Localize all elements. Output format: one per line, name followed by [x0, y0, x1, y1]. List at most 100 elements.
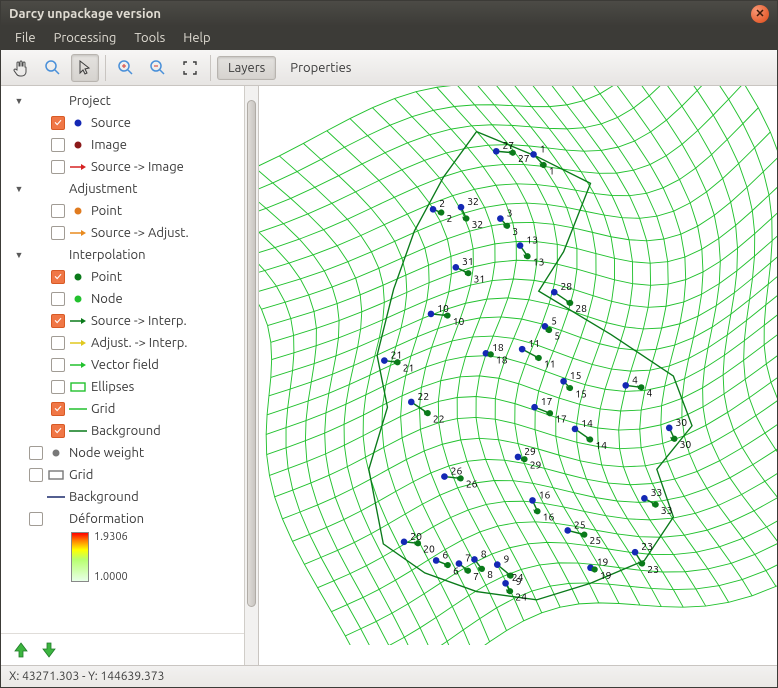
tree-row[interactable]: Source -> Interp.: [3, 310, 242, 332]
svg-text:24: 24: [515, 590, 527, 602]
twisty-icon[interactable]: ▼: [13, 96, 25, 106]
layer-checkbox[interactable]: [51, 358, 65, 372]
layer-symbol-icon: [69, 360, 87, 370]
layer-checkbox[interactable]: [51, 226, 65, 240]
layer-checkbox[interactable]: [51, 160, 65, 174]
svg-text:14: 14: [581, 417, 593, 429]
layer-label: Source: [91, 116, 242, 130]
layer-label: Project: [69, 94, 242, 108]
layer-label: Interpolation: [69, 248, 242, 262]
menu-file[interactable]: File: [7, 29, 44, 47]
svg-text:31: 31: [462, 255, 474, 267]
tree-row[interactable]: ▼ Project: [3, 90, 242, 112]
zoom-fit-tool[interactable]: [176, 54, 204, 82]
svg-text:18: 18: [496, 354, 508, 366]
zoom-tool[interactable]: [39, 54, 67, 82]
zoom-out-tool[interactable]: [144, 54, 172, 82]
layer-checkbox[interactable]: [51, 138, 65, 152]
layer-checkbox[interactable]: [51, 314, 65, 328]
svg-text:33: 33: [661, 504, 673, 516]
close-button[interactable]: ✕: [751, 5, 769, 23]
svg-text:16: 16: [539, 488, 551, 500]
svg-text:6: 6: [442, 548, 448, 560]
layer-symbol-icon: [69, 382, 87, 392]
layer-label: Point: [91, 270, 242, 284]
scrollbar[interactable]: [244, 86, 258, 665]
window-title: Darcy unpackage version: [9, 7, 751, 21]
menu-processing[interactable]: Processing: [46, 29, 125, 47]
tree-row[interactable]: Vector field: [3, 354, 242, 376]
layer-symbol-icon: [69, 316, 87, 326]
zoom-in-tool[interactable]: [112, 54, 140, 82]
move-up-button[interactable]: [11, 640, 31, 660]
menu-tools[interactable]: Tools: [126, 29, 173, 47]
tree-row[interactable]: Node weight: [3, 442, 242, 464]
tree-row[interactable]: ▼ Interpolation: [3, 244, 242, 266]
svg-text:21: 21: [391, 348, 403, 360]
layer-label: Source -> Image: [91, 160, 242, 174]
svg-text:18: 18: [492, 341, 504, 353]
svg-text:7: 7: [473, 570, 479, 582]
layer-checkbox[interactable]: [51, 270, 65, 284]
layer-label: Adjustment: [69, 182, 242, 196]
svg-text:24: 24: [512, 571, 524, 583]
layer-checkbox[interactable]: [29, 512, 43, 526]
layer-checkbox[interactable]: [29, 468, 43, 482]
menu-help[interactable]: Help: [175, 29, 218, 47]
layer-checkbox[interactable]: [51, 292, 65, 306]
layer-checkbox[interactable]: [51, 380, 65, 394]
tree-row[interactable]: Source -> Image: [3, 156, 242, 178]
pan-tool[interactable]: [7, 54, 35, 82]
tree-row[interactable]: Adjust. -> Interp.: [3, 332, 242, 354]
layer-label: Source -> Interp.: [91, 314, 242, 328]
layer-checkbox[interactable]: [51, 204, 65, 218]
tree-row[interactable]: Point: [3, 200, 242, 222]
separator: [210, 55, 211, 81]
layer-label: Image: [91, 138, 242, 152]
svg-text:4: 4: [632, 373, 638, 385]
tree-row[interactable]: Grid: [3, 398, 242, 420]
twisty-icon[interactable]: ▼: [13, 250, 25, 260]
svg-text:3: 3: [512, 225, 518, 237]
tree-row[interactable]: Background: [3, 486, 242, 508]
layer-checkbox[interactable]: [29, 446, 43, 460]
tree-row[interactable]: ▼ Adjustment: [3, 178, 242, 200]
menubar: File Processing Tools Help: [1, 26, 777, 50]
svg-text:19: 19: [600, 569, 612, 581]
layer-checkbox[interactable]: [51, 402, 65, 416]
map-canvas[interactable]: 1122334455667788991010111113131414151516…: [259, 86, 777, 665]
svg-text:25: 25: [589, 534, 601, 546]
layers-tab[interactable]: Layers: [217, 56, 276, 80]
svg-text:5: 5: [554, 329, 560, 341]
svg-text:15: 15: [575, 387, 587, 399]
svg-text:19: 19: [597, 556, 609, 568]
tree-row[interactable]: Source -> Adjust.: [3, 222, 242, 244]
properties-tab[interactable]: Properties: [280, 57, 361, 79]
layer-label: Déformation: [69, 512, 242, 526]
layer-checkbox[interactable]: [51, 336, 65, 350]
tree-row[interactable]: Grid: [3, 464, 242, 486]
tree-row[interactable]: Déformation: [3, 508, 242, 530]
svg-text:3: 3: [507, 207, 513, 219]
tree-row[interactable]: Background: [3, 420, 242, 442]
tree-row[interactable]: Source: [3, 112, 242, 134]
layer-symbol-icon: [69, 428, 87, 434]
toolbar: Layers Properties: [1, 50, 777, 86]
twisty-icon[interactable]: ▼: [13, 184, 25, 194]
move-down-button[interactable]: [39, 640, 59, 660]
svg-text:15: 15: [570, 369, 582, 381]
layer-symbol-icon: [69, 293, 87, 305]
svg-text:20: 20: [410, 530, 422, 542]
svg-text:17: 17: [555, 413, 567, 425]
layer-symbol-icon: [69, 338, 87, 348]
tree-row[interactable]: Node: [3, 288, 242, 310]
svg-text:2: 2: [439, 197, 445, 209]
status-coordinates: X: 43271.303 - Y: 144639.373: [9, 670, 164, 683]
tree-row[interactable]: Ellipses: [3, 376, 242, 398]
layer-symbol-icon: [69, 139, 87, 151]
layer-checkbox[interactable]: [51, 424, 65, 438]
layer-checkbox[interactable]: [51, 116, 65, 130]
tree-row[interactable]: Image: [3, 134, 242, 156]
pointer-tool[interactable]: [71, 54, 99, 82]
tree-row[interactable]: Point: [3, 266, 242, 288]
